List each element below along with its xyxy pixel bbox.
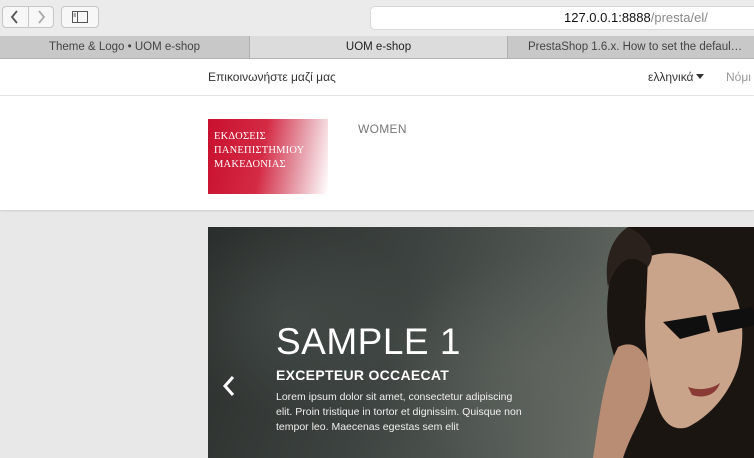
chevron-right-icon	[38, 10, 45, 24]
browser-toolbar: 127.0.0.1:8888/presta/el/	[0, 0, 754, 36]
slide-description: Lorem ipsum dolor sit amet, consectetur …	[276, 391, 522, 433]
shop-header: ΕΚΔΟΣΕΙΣ ΠΑΝΕΠΙΣΤΗΜΙΟΥ ΜΑΚΕΔΟΝΙΑΣ WOMEN	[0, 96, 754, 210]
logo-line: ΜΑΚΕΔΟΝΙΑΣ	[214, 159, 286, 170]
tab-bar: Theme & Logo • UOM e-shop UOM e-shop Pre…	[0, 36, 754, 59]
chevron-left-icon	[11, 10, 18, 24]
slide-subtitle: EXCEPTEUR OCCAECAT	[276, 367, 450, 383]
caret-down-icon	[696, 74, 705, 79]
contact-link[interactable]: Επικοινωνήστε μαζί μας	[208, 70, 336, 84]
currency-selector[interactable]: Νόμι	[726, 70, 751, 84]
tab-prestashop-help[interactable]: PrestaShop 1.6.x. How to set the defaul…	[508, 36, 754, 58]
logo-line: ΕΚΔΟΣΕΙΣ	[214, 131, 266, 142]
tab-theme-logo[interactable]: Theme & Logo • UOM e-shop	[0, 36, 250, 58]
sidebar-icon	[72, 11, 88, 23]
menu-item-women[interactable]: WOMEN	[358, 122, 407, 136]
address-bar[interactable]: 127.0.0.1:8888/presta/el/	[370, 6, 754, 30]
homepage-slider: SAMPLE 1 EXCEPTEUR OCCAECAT Lorem ipsum …	[208, 227, 754, 458]
tab-uom-eshop[interactable]: UOM e-shop	[250, 36, 508, 58]
history-nav	[2, 6, 54, 28]
slide-image	[593, 227, 754, 458]
forward-button[interactable]	[27, 7, 54, 27]
url-path: /presta/el/	[650, 10, 708, 25]
url-host: 127.0.0.1:8888	[564, 10, 651, 25]
shop-topbar: Επικοινωνήστε μαζί μας ελληνικά Νόμι	[0, 59, 754, 96]
slide-title: SAMPLE 1	[276, 321, 461, 362]
sidebar-toggle-button[interactable]	[61, 6, 99, 28]
chevron-left-icon[interactable]	[222, 375, 236, 397]
language-label: ελληνικά	[648, 70, 694, 84]
language-selector[interactable]: ελληνικά	[648, 70, 705, 84]
shop-logo[interactable]: ΕΚΔΟΣΕΙΣ ΠΑΝΕΠΙΣΤΗΜΙΟΥ ΜΑΚΕΔΟΝΙΑΣ	[208, 119, 328, 194]
logo-line: ΠΑΝΕΠΙΣΤΗΜΙΟΥ	[214, 145, 305, 156]
back-button[interactable]	[3, 7, 28, 27]
